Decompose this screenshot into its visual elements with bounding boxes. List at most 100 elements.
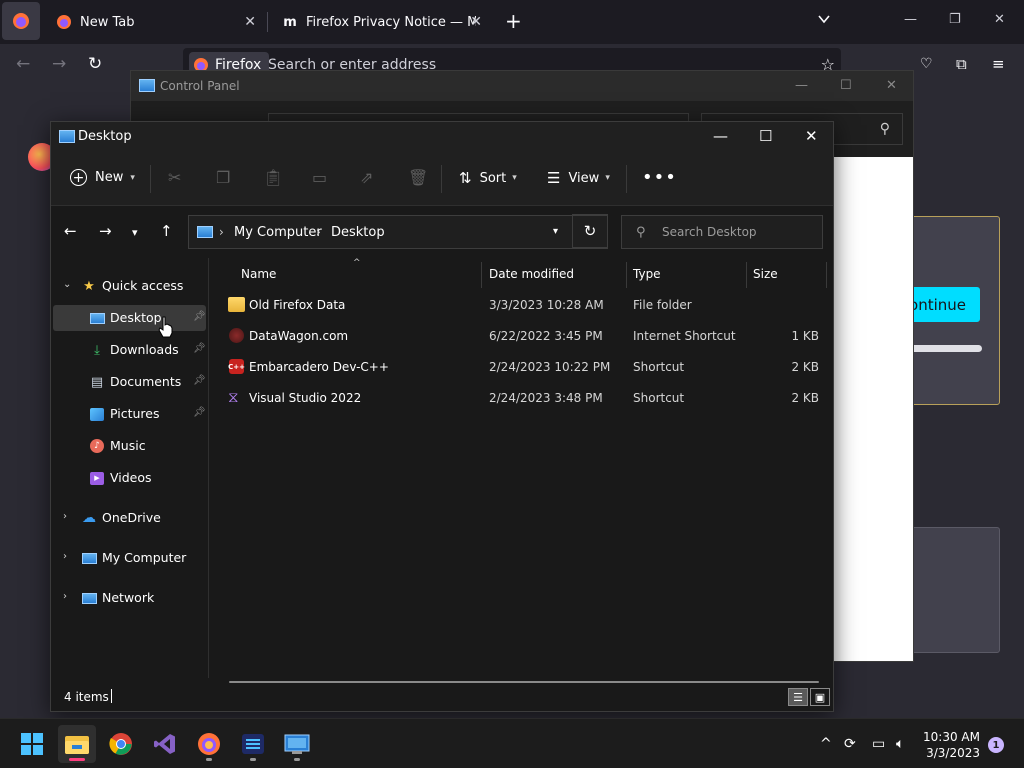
tab-new-tab[interactable]: New Tab ✕	[42, 4, 266, 40]
taskbar-file-explorer[interactable]	[58, 725, 96, 763]
forward-button[interactable]: →	[52, 55, 66, 73]
table-row[interactable]: Old Firefox Data 3/3/2023 10:28 AM File …	[209, 290, 833, 320]
close-button[interactable]: ✕	[994, 12, 1005, 27]
file-size: 2 KB	[791, 360, 819, 374]
taskbar-control-panel[interactable]	[278, 725, 316, 763]
pin-icon: 📌︎	[193, 311, 206, 322]
address-bar[interactable]: › My Computer › Desktop ▾	[188, 215, 608, 249]
new-tab-button[interactable]: +	[505, 11, 522, 31]
maximize-button[interactable]: ☐	[759, 127, 772, 145]
column-header-size[interactable]: Size	[753, 267, 778, 281]
notification-badge[interactable]: 1	[988, 737, 1004, 753]
close-icon[interactable]: ✕	[244, 14, 256, 30]
large-icons-view-button[interactable]: ▣	[810, 688, 830, 706]
update-sync-icon[interactable]: ⟳	[844, 736, 856, 752]
file-date: 6/22/2022 3:45 PM	[489, 329, 603, 343]
close-icon[interactable]: ✕	[470, 14, 482, 30]
explorer-title-bar[interactable]: Desktop — ☐ ✕	[51, 122, 833, 152]
address-dropdown-icon[interactable]: ▾	[553, 226, 558, 237]
file-name: DataWagon.com	[249, 329, 349, 343]
minimize-button[interactable]: —	[713, 127, 728, 145]
minimize-button[interactable]: —	[904, 12, 917, 27]
table-row[interactable]: C++ Embarcadero Dev-C++ 2/24/2023 10:22 …	[209, 352, 833, 382]
paste-icon[interactable]: 📋︎	[263, 169, 283, 187]
list-all-tabs-button[interactable]	[817, 12, 831, 29]
chevron-right-icon: ›	[219, 225, 224, 239]
clock[interactable]: 10:30 AM 3/3/2023	[918, 729, 980, 761]
file-type: Internet Shortcut	[633, 329, 736, 343]
taskbar-visual-studio[interactable]	[146, 725, 184, 763]
volume-icon[interactable]: 🔈︎	[896, 736, 904, 752]
breadcrumb-desktop[interactable]: Desktop	[331, 225, 385, 240]
column-header-date[interactable]: Date modified	[489, 267, 574, 281]
show-hidden-icons-chevron-up-icon[interactable]: ^	[820, 736, 832, 752]
taskbar-dev-cpp[interactable]	[234, 725, 272, 763]
new-button[interactable]: + New ▾	[70, 169, 135, 186]
sidebar-item-network[interactable]: › Network	[53, 585, 206, 611]
table-row[interactable]: ⧖ Visual Studio 2022 2/24/2023 3:48 PM S…	[209, 383, 833, 413]
pin-icon: 📌︎	[193, 407, 206, 418]
back-button[interactable]: ←	[64, 223, 77, 239]
column-divider[interactable]	[481, 262, 482, 288]
reload-button[interactable]: ↻	[88, 55, 102, 73]
delete-icon[interactable]: 🗑︎	[408, 169, 428, 187]
recent-locations-chevron-icon[interactable]: ▾	[132, 225, 138, 241]
chevron-right-icon: ›	[63, 591, 67, 602]
sidebar-item-onedrive[interactable]: › ☁ OneDrive	[53, 505, 206, 531]
sidebar-item-label: Network	[102, 590, 155, 605]
firefox-tab-bar: New Tab ✕ m Firefox Privacy Notice — Moz…	[0, 0, 1024, 44]
sort-button[interactable]: ⇅ Sort ▾	[459, 169, 517, 187]
pocket-icon[interactable]: ♡	[920, 55, 933, 73]
forward-button[interactable]: →	[99, 223, 112, 239]
details-view-button[interactable]: ☰	[788, 688, 808, 706]
column-divider[interactable]	[626, 262, 627, 288]
desktop-icon	[89, 310, 105, 326]
extensions-icon[interactable]: ⧉	[956, 55, 967, 73]
network-monitor-icon[interactable]: ▭	[872, 736, 885, 752]
start-button[interactable]	[13, 725, 51, 763]
sidebar-item-quick-access[interactable]: ⌄ ★ Quick access	[53, 273, 206, 299]
sidebar-item-my-computer[interactable]: › My Computer	[53, 545, 206, 571]
search-input[interactable]: Search Desktop	[662, 225, 757, 239]
sidebar-item-documents[interactable]: ▤ Documents 📌︎	[53, 369, 206, 395]
minimize-button[interactable]: —	[795, 78, 808, 93]
column-header-name[interactable]: Name	[241, 267, 276, 281]
sidebar-item-pictures[interactable]: Pictures 📌︎	[53, 401, 206, 427]
column-divider[interactable]	[746, 262, 747, 288]
restore-button[interactable]: ❐	[949, 12, 961, 27]
sidebar-item-downloads[interactable]: ⤓ Downloads 📌︎	[53, 337, 206, 363]
maximize-button[interactable]: ☐	[840, 78, 852, 93]
taskbar-chrome[interactable]	[102, 725, 140, 763]
share-icon[interactable]: ⇗	[360, 169, 373, 187]
view-button[interactable]: ☰ View ▾	[547, 169, 610, 187]
control-panel-title-bar[interactable]: Control Panel — ☐ ✕	[131, 71, 913, 101]
chrome-icon	[109, 733, 132, 755]
pin-icon: 📌︎	[193, 375, 206, 386]
tab-firefox-privacy-notice[interactable]: m Firefox Privacy Notice — Mozilla ✕	[268, 4, 492, 40]
table-row[interactable]: DataWagon.com 6/22/2022 3:45 PM Internet…	[209, 321, 833, 351]
close-button[interactable]: ✕	[805, 127, 818, 145]
sidebar-item-videos[interactable]: ▶ Videos	[53, 465, 206, 491]
rename-icon[interactable]: ▭	[312, 169, 327, 187]
taskbar-firefox[interactable]	[190, 725, 228, 763]
copy-icon[interactable]: ❐	[216, 169, 230, 187]
cut-icon[interactable]: ✂	[168, 169, 181, 187]
sort-ascending-icon: ^	[353, 258, 361, 268]
refresh-button[interactable]: ↻	[572, 214, 608, 248]
menu-icon[interactable]: ≡	[992, 55, 1005, 73]
breadcrumb-my-computer[interactable]: My Computer	[234, 225, 322, 240]
pictures-icon	[89, 406, 105, 422]
column-divider[interactable]	[826, 262, 827, 288]
sidebar-item-label: OneDrive	[102, 510, 161, 525]
firefox-view-button[interactable]	[2, 2, 40, 40]
sidebar-item-desktop[interactable]: Desktop 📌︎	[53, 305, 206, 331]
chevron-right-icon: ›	[63, 551, 67, 562]
more-options-icon[interactable]: •••	[642, 167, 677, 188]
column-header-type[interactable]: Type	[633, 267, 661, 281]
sidebar-item-music[interactable]: ♪ Music	[53, 433, 206, 459]
search-box[interactable]: ⚲ Search Desktop	[621, 215, 823, 249]
close-button[interactable]: ✕	[886, 78, 897, 93]
horizontal-scrollbar[interactable]	[229, 681, 819, 683]
back-button[interactable]: ←	[16, 55, 30, 73]
up-button[interactable]: ↑	[160, 223, 173, 239]
